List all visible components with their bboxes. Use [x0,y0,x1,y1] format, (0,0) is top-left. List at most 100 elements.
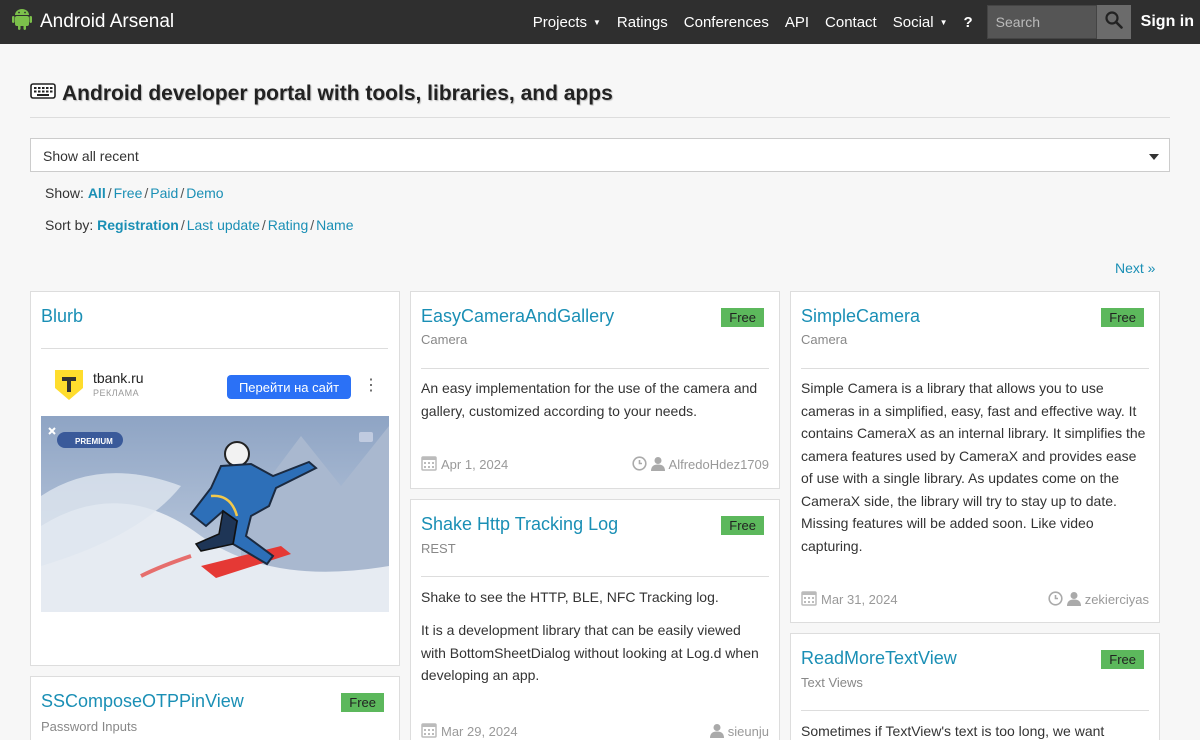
keyboard-icon [30,82,56,106]
brand-name: Android Arsenal [40,11,175,32]
user-icon [650,456,665,474]
ad-domain[interactable]: tbank.ru [93,370,144,386]
search-button[interactable] [1096,5,1131,39]
caret-down-icon: ▼ [592,17,601,27]
show-label: Show: [45,185,84,201]
nav-contact[interactable]: Contact [817,14,885,31]
nav-social[interactable]: Social ▼ [885,14,956,31]
nav-projects[interactable]: Projects ▼ [525,14,609,31]
card-user[interactable]: AlfredoHdez1709 [631,455,769,474]
help-icon[interactable]: ? [956,14,981,31]
show-free-link[interactable]: Free [114,185,143,201]
clock-icon [1048,590,1063,609]
card-category[interactable]: Text Views [801,675,863,690]
clock-icon [631,455,647,474]
card-user[interactable]: sieunju [709,723,769,740]
card-user-name[interactable]: AlfredoHdez1709 [669,457,769,472]
card-title[interactable]: Shake Http Tracking Log [421,514,618,535]
nav-ratings-label: Ratings [616,13,668,31]
sort-name-link[interactable]: Name [316,217,353,233]
card-footer: Apr 1, 2024 AlfredoHdez1709 [421,455,769,474]
user-icon [1066,591,1081,609]
free-badge: Free [1101,650,1144,669]
card-footer: Mar 29, 2024 sieunju [421,722,769,740]
more-vertical-icon[interactable]: ⋮ [363,375,379,395]
nav-api[interactable]: API [777,14,817,31]
brand-link[interactable]: Android Arsenal [12,0,174,44]
card-category[interactable]: REST [421,541,456,556]
sort-registration-link[interactable]: Registration [97,217,179,233]
sign-in-link[interactable]: Sign in [1141,13,1194,31]
card-user[interactable]: zekierciyas [1048,590,1149,609]
search-input[interactable]: Search [986,5,1097,39]
card-date: Mar 31, 2024 [801,590,898,609]
page-title: Android developer portal with tools, lib… [30,82,613,106]
nav-conferences[interactable]: Conferences [676,14,777,31]
nav-ratings[interactable]: Ratings [609,14,676,31]
card-easycamera: EasyCameraAndGallery Free Camera An easy… [410,291,780,489]
card-shake: Shake Http Tracking Log Free REST Shake … [410,499,780,740]
top-navbar: Android Arsenal Projects ▼ Ratings Confe… [0,0,1200,44]
card-description: Shake to see the HTTP, BLE, NFC Tracking… [421,589,719,605]
calendar-icon [421,722,437,740]
card-sscompose: SSComposeOTPPinView Free Password Inputs [30,676,400,740]
nav-api-label: API [784,13,810,31]
dropdown-arrow-icon [1149,154,1159,160]
free-badge: Free [1101,308,1144,327]
free-badge: Free [341,693,384,712]
card-date-text: Mar 29, 2024 [441,724,518,739]
card-date: Apr 1, 2024 [421,455,508,474]
show-paid-link[interactable]: Paid [150,185,178,201]
show-filter: Show: All / Free / Paid / Demo [45,185,224,201]
card-category[interactable]: Camera [801,332,847,347]
nav-projects-label: Projects [532,13,587,31]
divider [41,348,388,349]
search-icon [1105,10,1123,34]
card-date-text: Apr 1, 2024 [441,457,509,472]
card-date: Mar 29, 2024 [421,722,518,740]
card-date-text: Mar 31, 2024 [821,592,898,607]
divider [801,368,1149,369]
ad-banner-image[interactable]: PREMIUM [41,416,389,612]
divider [30,117,1170,118]
card-title[interactable]: ReadMoreTextView [801,648,957,669]
recent-filter-select[interactable]: Show all recent [30,138,1170,172]
card-category[interactable]: Password Inputs [41,719,137,734]
page-title-text: Android developer portal with tools, lib… [62,82,613,105]
tbank-logo-icon[interactable] [53,368,85,402]
android-logo-icon [12,8,32,36]
free-badge: Free [721,516,764,535]
ad-premium-badge: PREMIUM [75,437,113,446]
free-badge: Free [721,308,764,327]
nav-conferences-label: Conferences [683,13,769,31]
card-title[interactable]: SimpleCamera [801,306,920,327]
card-title[interactable]: Blurb [41,306,83,327]
card-description: An easy implementation for the use of th… [421,380,758,419]
sort-filter: Sort by: Registration / Last update / Rating… [45,217,354,233]
card-footer: Mar 31, 2024 zekierciyas [801,590,1149,609]
nav-social-label: Social [892,13,934,31]
card-category[interactable]: Camera [421,332,467,347]
show-all-link[interactable]: All [88,185,106,201]
card-user-name[interactable]: sieunju [728,724,769,739]
card-title[interactable]: EasyCameraAndGallery [421,306,614,327]
calendar-icon [801,590,817,609]
caret-down-icon: ▼ [939,17,948,27]
calendar-icon [421,455,437,474]
divider [421,576,769,577]
sort-last-update-link[interactable]: Last update [187,217,260,233]
divider [421,368,769,369]
nav-contact-label: Contact [825,13,877,31]
next-page-link[interactable]: Next » [1115,260,1155,276]
card-simplecamera: SimpleCamera Free Camera Simple Camera i… [790,291,1160,623]
card-user-name[interactable]: zekierciyas [1085,592,1149,607]
card-title[interactable]: SSComposeOTPPinView [41,691,244,712]
ad-label: РЕКЛАМА [93,388,140,398]
user-icon [709,723,724,740]
nav-menu: Projects ▼ Ratings Conferences API Conta… [525,0,1194,44]
sort-rating-link[interactable]: Rating [268,217,308,233]
divider [801,710,1149,711]
show-demo-link[interactable]: Demo [186,185,223,201]
ad-cta-button[interactable]: Перейти на сайт [227,375,351,399]
card-description: Sometimes if TextView's text is too long… [801,723,1105,739]
